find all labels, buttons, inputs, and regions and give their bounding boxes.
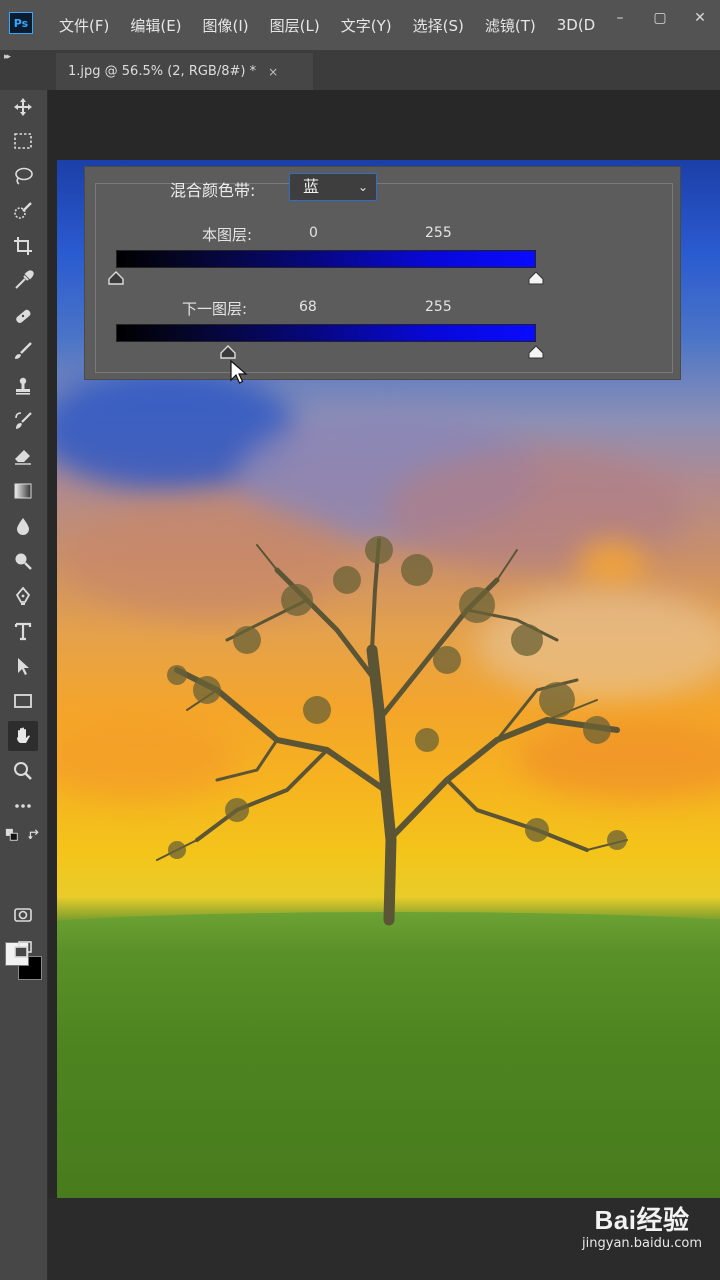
this-layer-white-slider[interactable] xyxy=(527,271,545,285)
brush-tool-icon[interactable] xyxy=(8,336,38,366)
menu-3d[interactable]: 3D(D xyxy=(557,16,596,34)
dodge-tool-icon[interactable] xyxy=(8,546,38,576)
menu-filter[interactable]: 滤镜(T) xyxy=(485,15,536,36)
stamp-tool-icon[interactable] xyxy=(8,371,38,401)
chevron-down-icon: ⌄ xyxy=(357,180,368,194)
close-window-button[interactable]: ✕ xyxy=(680,0,720,36)
underlying-layer-label: 下一图层: xyxy=(182,300,248,318)
hand-tool-icon[interactable] xyxy=(8,721,38,751)
menu-layer[interactable]: 图层(L) xyxy=(270,15,320,36)
zoom-tool-icon[interactable] xyxy=(8,756,38,786)
underlying-black-value: 68 xyxy=(299,299,317,315)
blend-if-group-frame xyxy=(95,183,673,373)
quick-mask-icon[interactable] xyxy=(8,900,38,930)
healing-brush-tool-icon[interactable] xyxy=(8,301,38,331)
document-tab[interactable]: 1.jpg @ 56.5% (2, RGB/8#) * × xyxy=(56,53,313,90)
menu-image[interactable]: 图像(I) xyxy=(203,15,249,36)
document-tab-close-icon[interactable]: × xyxy=(268,65,278,79)
swap-colors-icon[interactable] xyxy=(25,826,43,844)
gradient-tool-icon[interactable] xyxy=(8,476,38,506)
menu-edit[interactable]: 编辑(E) xyxy=(130,15,181,36)
this-layer-black-slider[interactable] xyxy=(107,271,125,285)
menu-bar: Ps 文件(F) 编辑(E) 图像(I) 图层(L) 文字(Y) 选择(S) 滤… xyxy=(0,0,720,50)
history-brush-tool-icon[interactable] xyxy=(8,406,38,436)
this-layer-label: 本图层: xyxy=(202,226,253,244)
eyedropper-tool-icon[interactable] xyxy=(8,266,38,296)
blend-if-label: 混合颜色带: xyxy=(170,181,256,200)
pen-tool-icon[interactable] xyxy=(8,581,38,611)
menu-select[interactable]: 选择(S) xyxy=(413,15,464,36)
screen-mode-icon[interactable] xyxy=(8,935,38,965)
lasso-tool-icon[interactable] xyxy=(8,161,38,191)
tools-panel xyxy=(0,90,48,1280)
type-tool-icon[interactable] xyxy=(8,616,38,646)
document-tab-title: 1.jpg @ 56.5% (2, RGB/8#) * xyxy=(68,64,257,79)
underlying-white-value: 255 xyxy=(425,299,452,315)
default-colors-icon[interactable] xyxy=(2,826,22,844)
photoshop-logo: Ps xyxy=(9,12,33,34)
blend-if-panel: 混合颜色带: 蓝 ⌄ 本图层: 0 255 下一图层: 68 255 xyxy=(84,166,681,380)
blur-tool-icon[interactable] xyxy=(8,511,38,541)
more-tools-icon[interactable] xyxy=(8,791,38,821)
this-layer-black-value: 0 xyxy=(309,225,318,241)
mouse-cursor-icon xyxy=(230,360,248,384)
tree-silhouette xyxy=(156,536,628,926)
crop-tool-icon[interactable] xyxy=(8,231,38,261)
window-controls: – ▢ ✕ xyxy=(600,0,720,40)
panel-collapse-icon[interactable]: ▸▸ xyxy=(4,52,11,62)
menu-file[interactable]: 文件(F) xyxy=(59,15,109,36)
baidu-watermark: Bai经验 jingyan.baidu.com xyxy=(582,1200,702,1251)
blend-channel-value: 蓝 xyxy=(303,177,320,196)
watermark-logo-text: Bai经验 xyxy=(594,1205,690,1235)
blend-channel-select[interactable]: 蓝 ⌄ xyxy=(289,173,377,201)
this-layer-white-value: 255 xyxy=(425,225,452,241)
eraser-tool-icon[interactable] xyxy=(8,441,38,471)
path-select-tool-icon[interactable] xyxy=(8,651,38,681)
maximize-button[interactable]: ▢ xyxy=(640,0,680,36)
underlying-gradient-bar xyxy=(116,324,536,342)
underlying-black-slider[interactable] xyxy=(219,345,237,359)
minimize-button[interactable]: – xyxy=(600,0,640,36)
grass-hill xyxy=(57,912,720,1198)
rectangle-tool-icon[interactable] xyxy=(8,686,38,716)
menu-items: 文件(F) 编辑(E) 图像(I) 图层(L) 文字(Y) 选择(S) 滤镜(T… xyxy=(59,0,616,50)
menu-type[interactable]: 文字(Y) xyxy=(341,15,392,36)
marquee-tool-icon[interactable] xyxy=(8,126,38,156)
move-tool-icon[interactable] xyxy=(8,92,38,122)
this-layer-gradient-bar xyxy=(116,250,536,268)
quick-select-tool-icon[interactable] xyxy=(8,196,38,226)
document-tab-bar: ▸▸ 1.jpg @ 56.5% (2, RGB/8#) * × xyxy=(0,50,720,90)
underlying-white-slider[interactable] xyxy=(527,345,545,359)
watermark-url: jingyan.baidu.com xyxy=(582,1236,702,1251)
